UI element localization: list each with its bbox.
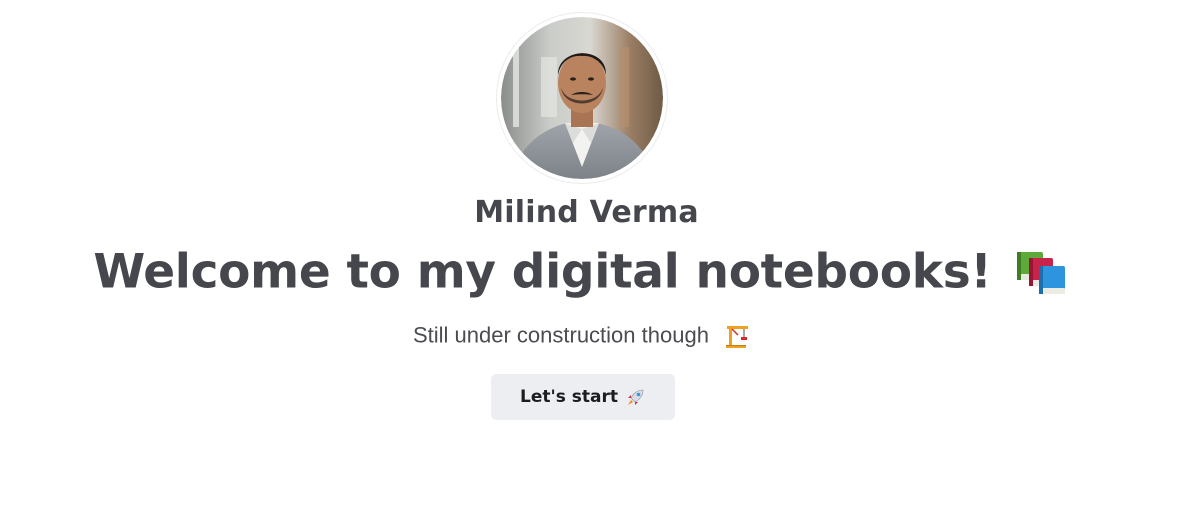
lets-start-button[interactable]: Let's start — [491, 374, 675, 420]
subtitle-row: Still under construction though — [0, 318, 1163, 353]
avatar-frame — [497, 13, 667, 183]
lets-start-label: Let's start — [520, 387, 618, 407]
rocket-icon — [627, 389, 644, 405]
avatar — [501, 17, 663, 179]
profile-name: Milind Verma — [474, 195, 699, 230]
welcome-heading: Welcome to my digital notebooks! — [93, 244, 992, 300]
subtitle-text: Still under construction though — [412, 322, 709, 348]
landing-page: Milind Verma Welcome to my digital noteb… — [0, 0, 1183, 522]
welcome-heading-row: Welcome to my digital notebooks! — [0, 240, 1160, 305]
construction-crane-icon — [726, 325, 749, 348]
books-icon — [1016, 251, 1065, 294]
